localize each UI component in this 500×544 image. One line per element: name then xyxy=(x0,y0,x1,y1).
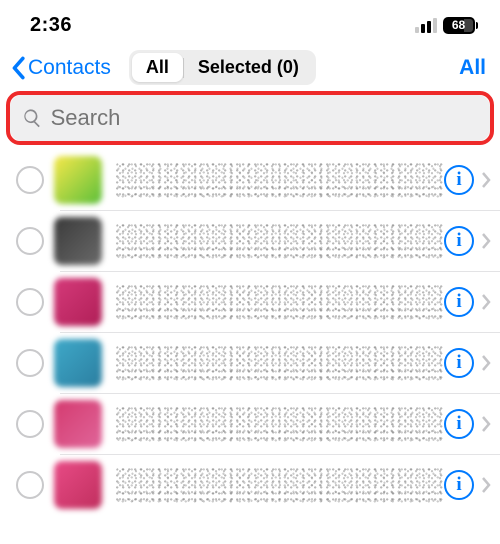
contact-name-redacted xyxy=(116,467,444,503)
contact-row[interactable]: i xyxy=(0,393,500,454)
info-button[interactable]: i xyxy=(444,348,474,378)
info-button[interactable]: i xyxy=(444,226,474,256)
contact-avatar xyxy=(54,156,102,204)
contact-row[interactable]: i xyxy=(0,454,500,515)
filter-segmented-control[interactable]: All Selected (0) xyxy=(129,50,316,85)
back-button[interactable]: Contacts xyxy=(10,56,111,80)
search-input[interactable] xyxy=(51,105,478,131)
select-radio[interactable] xyxy=(16,471,44,499)
select-radio[interactable] xyxy=(16,349,44,377)
back-label: Contacts xyxy=(28,56,111,80)
chevron-right-icon xyxy=(480,475,492,495)
status-bar: 2:36 68 xyxy=(0,0,500,44)
contacts-list: i i i i i i xyxy=(0,149,500,515)
segment-all[interactable]: All xyxy=(132,53,183,82)
navigation-bar: Contacts All Selected (0) All xyxy=(0,44,500,95)
status-indicators: 68 xyxy=(415,17,479,34)
contact-name-redacted xyxy=(116,406,444,442)
contact-avatar xyxy=(54,400,102,448)
chevron-right-icon xyxy=(480,414,492,434)
search-container xyxy=(10,95,490,141)
contact-row[interactable]: i xyxy=(0,210,500,271)
select-radio[interactable] xyxy=(16,410,44,438)
contact-avatar xyxy=(54,278,102,326)
contact-row[interactable]: i xyxy=(0,149,500,210)
search-field[interactable] xyxy=(10,95,490,141)
select-radio[interactable] xyxy=(16,166,44,194)
contact-name-redacted xyxy=(116,162,444,198)
chevron-right-icon xyxy=(480,292,492,312)
chevron-right-icon xyxy=(480,231,492,251)
contact-name-redacted xyxy=(116,345,444,381)
contact-avatar xyxy=(54,461,102,509)
search-icon xyxy=(22,107,43,129)
cellular-signal-icon xyxy=(415,18,437,33)
info-button[interactable]: i xyxy=(444,287,474,317)
contact-row[interactable]: i xyxy=(0,271,500,332)
chevron-right-icon xyxy=(480,353,492,373)
chevron-right-icon xyxy=(480,170,492,190)
contact-name-redacted xyxy=(116,284,444,320)
battery-icon: 68 xyxy=(443,17,479,34)
select-radio[interactable] xyxy=(16,288,44,316)
chevron-left-icon xyxy=(10,56,26,80)
contact-avatar xyxy=(54,339,102,387)
select-radio[interactable] xyxy=(16,227,44,255)
contact-avatar xyxy=(54,217,102,265)
status-time: 2:36 xyxy=(30,14,72,37)
segment-selected[interactable]: Selected (0) xyxy=(184,53,313,82)
info-button[interactable]: i xyxy=(444,165,474,195)
info-button[interactable]: i xyxy=(444,409,474,439)
contact-row[interactable]: i xyxy=(0,332,500,393)
contact-name-redacted xyxy=(116,223,444,259)
info-button[interactable]: i xyxy=(444,470,474,500)
select-all-button[interactable]: All xyxy=(459,56,486,80)
